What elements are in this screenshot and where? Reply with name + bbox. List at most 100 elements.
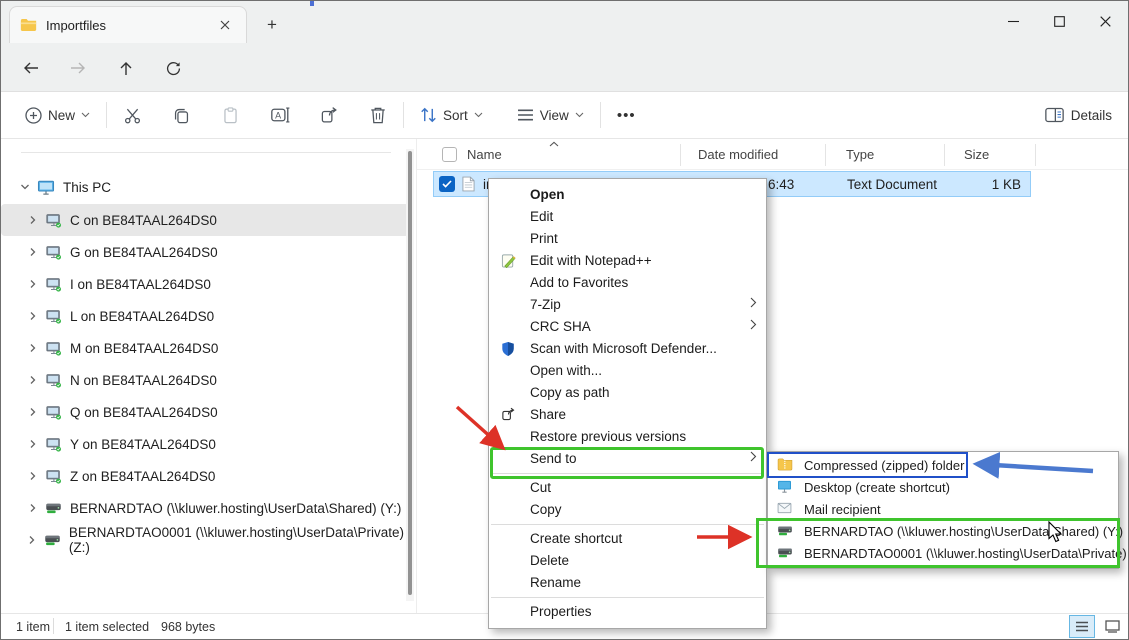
menu-item-rename[interactable]: Rename [489,572,766,594]
sidebar-item-m-drive[interactable]: M on BE84TAAL264DS0 [1,332,409,364]
details-view-toggle[interactable] [1069,615,1095,638]
chevron-collapsed-icon[interactable] [23,343,43,353]
sidebar-item-bernardtao-y[interactable]: BERNARDTAO (\\kluwer.hosting\UserData\Sh… [1,492,409,524]
chevron-collapsed-icon[interactable] [23,215,43,225]
view-button[interactable]: View [509,102,592,129]
column-header-date-modified[interactable]: Date modified [698,147,778,162]
menu-item-7zip[interactable]: 7-Zip [489,294,766,316]
menu-item-open[interactable]: Open [489,184,766,206]
menu-item-add-to-favorites[interactable]: Add to Favorites [489,272,766,294]
submenu-item-mail-recipient[interactable]: Mail recipient [768,499,1118,521]
chevron-collapsed-icon[interactable] [23,375,43,385]
paste-icon [221,106,240,125]
scrollbar-thumb[interactable] [408,151,412,595]
menu-item-properties[interactable]: Properties [489,601,766,623]
sidebar-item-g-drive[interactable]: G on BE84TAAL264DS0 [1,236,409,268]
column-divider[interactable] [1035,144,1036,166]
sidebar-item-q-drive[interactable]: Q on BE84TAAL264DS0 [1,396,409,428]
cut-button[interactable] [115,100,150,131]
menu-item-restore-previous-versions[interactable]: Restore previous versions [489,426,766,448]
chevron-expanded-icon[interactable] [15,182,35,192]
rename-button[interactable]: A [262,100,298,130]
sidebar-item-l-drive[interactable]: L on BE84TAAL264DS0 [1,300,409,332]
menu-item-cut[interactable]: Cut [489,477,766,499]
menu-item-delete[interactable]: Delete [489,550,766,572]
sidebar-item-z-drive[interactable]: Z on BE84TAAL264DS0 [1,460,409,492]
column-header-size[interactable]: Size [964,147,989,162]
sidebar-item-label: BERNARDTAO0001 (\\kluwer.hosting\UserDat… [69,525,409,555]
chevron-collapsed-icon[interactable] [23,535,42,545]
submenu-item-bernardtao-y[interactable]: BERNARDTAO (\\kluwer.hosting\UserData\Sh… [768,521,1118,543]
network-drive-icon [45,501,62,515]
share-button[interactable] [312,100,347,131]
menu-separator [491,524,764,525]
selection-size: 968 bytes [161,620,215,634]
sidebar-scrollbar[interactable] [406,149,414,601]
sidebar-item-label: I on BE84TAAL264DS0 [70,277,211,292]
sidebar-item-label: N on BE84TAAL264DS0 [70,373,217,388]
tab-close-icon[interactable] [214,14,236,36]
menu-item-create-shortcut[interactable]: Create shortcut [489,528,766,550]
defender-shield-icon [501,341,515,356]
sidebar-item-c-drive[interactable]: C on BE84TAAL264DS0 [1,204,409,236]
select-all-checkbox[interactable] [442,147,457,162]
menu-item-send-to[interactable]: Send to [489,448,766,470]
new-tab-button[interactable]: + [261,14,283,36]
row-checkbox-checked[interactable] [439,176,455,192]
column-header-name[interactable]: Name [467,147,502,162]
chevron-collapsed-icon[interactable] [23,311,43,321]
column-divider[interactable] [680,144,681,166]
menu-item-share[interactable]: Share [489,404,766,426]
sidebar-item-this-pc[interactable]: This PC [1,171,409,203]
delete-button[interactable] [361,100,395,131]
minimize-button[interactable] [990,1,1036,41]
sort-button[interactable]: Sort [412,101,491,129]
chevron-collapsed-icon[interactable] [23,471,43,481]
submenu-item-desktop-create-shortcut[interactable]: Desktop (create shortcut) [768,477,1118,499]
paste-button[interactable] [213,100,248,131]
column-headers: Name Date modified Type Size [417,141,1129,169]
sidebar-item-n-drive[interactable]: N on BE84TAAL264DS0 [1,364,409,396]
column-header-type[interactable]: Type [846,147,874,162]
menu-item-crc-sha[interactable]: CRC SHA [489,316,766,338]
menu-label: Restore previous versions [530,429,686,444]
mail-icon [777,502,792,514]
close-button[interactable] [1082,1,1128,41]
sidebar-item-label: Y on BE84TAAL264DS0 [70,437,216,452]
column-divider[interactable] [944,144,945,166]
chevron-collapsed-icon[interactable] [23,439,43,449]
chevron-collapsed-icon[interactable] [23,407,43,417]
chevron-collapsed-icon[interactable] [23,503,43,513]
submenu-item-compressed-zipped-folder[interactable]: Compressed (zipped) folder [768,455,1118,477]
plus-circle-icon [25,107,42,124]
menu-item-copy-as-path[interactable]: Copy as path [489,382,766,404]
copy-button[interactable] [164,100,199,131]
icons-view-toggle[interactable] [1101,617,1123,636]
submenu-arrow-icon [750,319,757,330]
menu-item-edit-with-notepadpp[interactable]: Edit with Notepad++ [489,250,766,272]
menu-item-scan-with-defender[interactable]: Scan with Microsoft Defender... [489,338,766,360]
submenu-item-bernardtao-z[interactable]: BERNARDTAO0001 (\\kluwer.hosting\UserDat… [768,543,1118,565]
new-button[interactable]: New [17,101,98,130]
column-divider[interactable] [825,144,826,166]
menu-item-edit[interactable]: Edit [489,206,766,228]
sidebar-item-y-drive[interactable]: Y on BE84TAAL264DS0 [1,428,409,460]
chevron-collapsed-icon[interactable] [23,279,43,289]
details-pane-button[interactable]: Details [1045,107,1112,123]
menu-item-print[interactable]: Print [489,228,766,250]
ellipsis-icon: ••• [617,107,636,124]
tab-importfiles[interactable]: Importfiles [9,6,247,43]
file-type: Text Document [847,177,937,192]
sidebar-item-bernardtao-z[interactable]: BERNARDTAO0001 (\\kluwer.hosting\UserDat… [1,524,409,556]
chevron-collapsed-icon[interactable] [23,247,43,257]
refresh-button[interactable] [156,55,190,81]
more-options-button[interactable]: ••• [609,101,644,130]
back-button[interactable] [14,55,48,81]
up-button[interactable] [109,55,143,81]
maximize-button[interactable] [1036,1,1082,41]
file-date-modified: 6:43 [768,177,794,192]
forward-button[interactable] [61,55,95,81]
menu-item-open-with[interactable]: Open with... [489,360,766,382]
menu-item-copy[interactable]: Copy [489,499,766,521]
sidebar-item-i-drive[interactable]: I on BE84TAAL264DS0 [1,268,409,300]
